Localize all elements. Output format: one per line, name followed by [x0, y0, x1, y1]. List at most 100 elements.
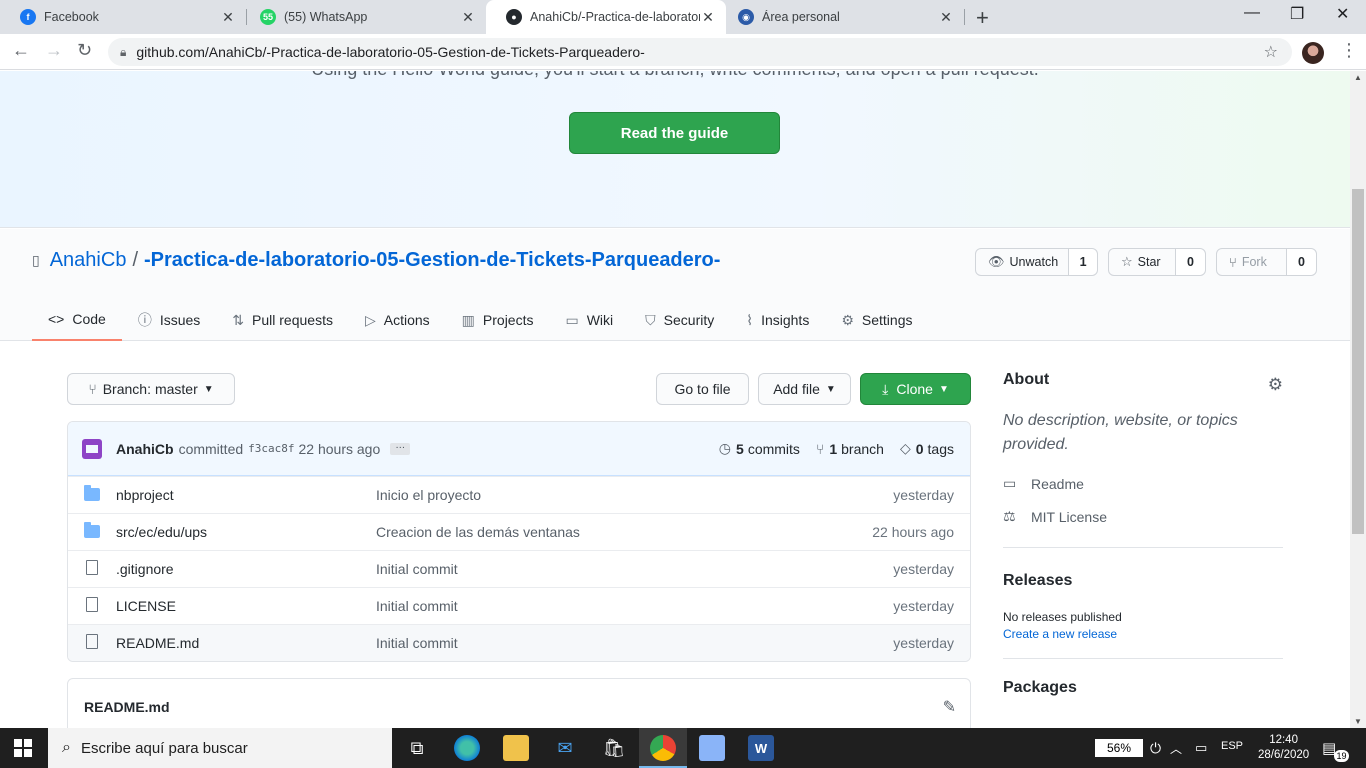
- file-commit-message[interactable]: Initial commit: [376, 561, 820, 577]
- tab-area-personal[interactable]: ◉ Área personal ✕: [718, 0, 964, 34]
- new-tab-button[interactable]: +: [976, 5, 989, 31]
- tab-code[interactable]: <> Code: [32, 299, 122, 341]
- file-commit-message[interactable]: Initial commit: [376, 635, 820, 651]
- tab-separator: [964, 9, 965, 25]
- word-icon[interactable]: W: [748, 735, 774, 761]
- commits-link[interactable]: ◷ 5 commits: [719, 440, 800, 457]
- store-icon[interactable]: 🛍︎: [601, 735, 627, 761]
- tab-github[interactable]: ● AnahiCb/-Practica-de-laboratorio ✕: [486, 0, 726, 34]
- commit-sha[interactable]: f3cac8f: [248, 442, 294, 455]
- file-name[interactable]: LICENSE: [116, 598, 376, 614]
- file-commit-message[interactable]: Inicio el proyecto: [376, 487, 820, 503]
- minimize-icon[interactable]: —: [1244, 4, 1260, 22]
- file-name[interactable]: .gitignore: [116, 561, 376, 577]
- chevron-up-icon[interactable]: ︿: [1170, 740, 1182, 757]
- releases-heading[interactable]: Releases: [1003, 572, 1283, 590]
- scroll-up-icon[interactable]: ▲: [1354, 73, 1362, 82]
- lock-icon: 🔒︎: [120, 44, 127, 59]
- scroll-down-icon[interactable]: ▼: [1354, 717, 1362, 726]
- pencil-icon[interactable]: ✎: [943, 697, 956, 717]
- file-commit-message[interactable]: Creacion de las demás ventanas: [376, 524, 820, 540]
- branches-link[interactable]: ⑂ 1 branch: [816, 440, 884, 457]
- expand-ellipsis-button[interactable]: …: [390, 440, 411, 455]
- profile-avatar[interactable]: [1302, 42, 1324, 64]
- commit-author[interactable]: AnahiCb: [116, 441, 174, 457]
- fork-count[interactable]: 0: [1287, 249, 1316, 275]
- file-commit-message[interactable]: Initial commit: [376, 598, 820, 614]
- repo-name-link[interactable]: -Practica-de-laboratorio-05-Gestion-de-T…: [144, 249, 720, 272]
- tab-settings[interactable]: ⚙ Settings: [825, 299, 928, 341]
- bookmark-star-icon[interactable]: ☆: [1264, 42, 1278, 62]
- file-age: 22 hours ago: [872, 524, 954, 540]
- file-explorer-icon[interactable]: [503, 735, 529, 761]
- file-row-src[interactable]: src/ec/edu/ups Creacion de las demás ven…: [68, 513, 970, 550]
- read-guide-button[interactable]: Read the guide: [569, 112, 780, 154]
- file-name[interactable]: src/ec/edu/ups: [116, 524, 376, 540]
- restore-icon[interactable]: ❐: [1290, 4, 1304, 24]
- edge-icon[interactable]: [454, 735, 480, 761]
- file-row-license[interactable]: LICENSE Initial commit yesterday: [68, 587, 970, 624]
- tab-insights[interactable]: ⌇ Insights: [730, 299, 825, 341]
- create-release-link[interactable]: Create a new release: [1003, 627, 1283, 641]
- watch-count[interactable]: 1: [1069, 249, 1097, 275]
- windows-start-icon[interactable]: [14, 739, 32, 757]
- fork-button[interactable]: ⑂ Fork: [1217, 249, 1287, 275]
- tags-link[interactable]: ◇ 0 tags: [900, 440, 954, 457]
- divider: [1003, 658, 1283, 659]
- repo-owner-link[interactable]: AnahiCb: [50, 249, 127, 272]
- address-bar[interactable]: 🔒︎ github.com/AnahiCb/-Practica-de-labor…: [108, 38, 1292, 66]
- scrollbar-thumb[interactable]: [1352, 189, 1364, 534]
- network-icon[interactable]: ▭: [1195, 740, 1207, 756]
- add-file-button[interactable]: Add file ▼: [758, 373, 851, 405]
- close-icon[interactable]: ✕: [700, 9, 716, 26]
- virtualbox-icon[interactable]: [699, 735, 725, 761]
- close-window-icon[interactable]: ✕: [1336, 4, 1349, 24]
- taskbar-search[interactable]: ⌕ Escribe aquí para buscar: [48, 728, 392, 768]
- close-icon[interactable]: ✕: [938, 9, 954, 26]
- readme-link[interactable]: ▭ Readme: [1003, 475, 1283, 492]
- license-link[interactable]: ⚖ MIT License: [1003, 508, 1283, 525]
- hello-world-banner: Using the Hello World guide, you'll star…: [0, 71, 1350, 228]
- branch-selector[interactable]: ⑂ Branch: master ▼: [67, 373, 235, 405]
- forward-arrow-icon[interactable]: →: [45, 40, 63, 61]
- avatar[interactable]: [82, 438, 102, 459]
- tab-facebook[interactable]: f Facebook ✕: [0, 0, 246, 34]
- battery-indicator[interactable]: 56%: [1095, 739, 1143, 757]
- readme-link-label: Readme: [1031, 475, 1084, 492]
- caret-down-icon: ▼: [825, 383, 836, 395]
- chrome-icon[interactable]: [650, 735, 676, 761]
- system-clock[interactable]: 12:40 28/6/2020: [1258, 733, 1309, 763]
- file-row-readme[interactable]: README.md Initial commit yesterday: [68, 624, 970, 661]
- tags-count: 0: [915, 440, 924, 457]
- tab-actions[interactable]: ▷ Actions: [349, 299, 446, 341]
- close-icon[interactable]: ✕: [460, 9, 476, 26]
- page-scrollbar[interactable]: ▲ ▼: [1350, 71, 1366, 728]
- back-arrow-icon[interactable]: ←: [12, 40, 30, 61]
- about-description: No description, website, or topics provi…: [1003, 412, 1238, 453]
- tab-projects[interactable]: ▥ Projects: [446, 299, 550, 341]
- mail-icon[interactable]: ✉: [552, 735, 578, 761]
- packages-heading[interactable]: Packages: [1003, 679, 1283, 697]
- menu-kebab-icon[interactable]: ⋮: [1340, 40, 1358, 61]
- gear-icon[interactable]: ⚙: [1268, 375, 1283, 395]
- tab-wiki[interactable]: ▭ Wiki: [549, 299, 629, 341]
- whatsapp-icon: 55: [260, 9, 276, 25]
- reload-icon[interactable]: ↻: [77, 40, 92, 61]
- star-count[interactable]: 0: [1176, 249, 1205, 275]
- tab-pull-requests[interactable]: ⇅ Pull requests: [216, 299, 349, 341]
- unwatch-button[interactable]: 👁︎ Unwatch: [976, 249, 1070, 275]
- file-name[interactable]: README.md: [116, 635, 376, 651]
- tab-security[interactable]: ⛉ Security: [629, 299, 730, 341]
- close-icon[interactable]: ✕: [220, 9, 236, 26]
- tab-issues[interactable]: ⓘ Issues: [122, 299, 216, 341]
- star-button[interactable]: ☆ Star: [1109, 249, 1176, 275]
- task-view-icon[interactable]: ⧉: [404, 735, 430, 761]
- file-name[interactable]: nbproject: [116, 487, 376, 503]
- file-row-gitignore[interactable]: .gitignore Initial commit yesterday: [68, 550, 970, 587]
- tab-whatsapp[interactable]: 55 (55) WhatsApp ✕: [240, 0, 486, 34]
- go-to-file-button[interactable]: Go to file: [656, 373, 749, 405]
- language-indicator[interactable]: ESP: [1221, 740, 1243, 752]
- file-row-nbproject[interactable]: nbproject Inicio el proyecto yesterday: [68, 476, 970, 513]
- clone-button[interactable]: ⤓ Clone ▼: [860, 373, 971, 405]
- tags-label: tags: [927, 440, 954, 457]
